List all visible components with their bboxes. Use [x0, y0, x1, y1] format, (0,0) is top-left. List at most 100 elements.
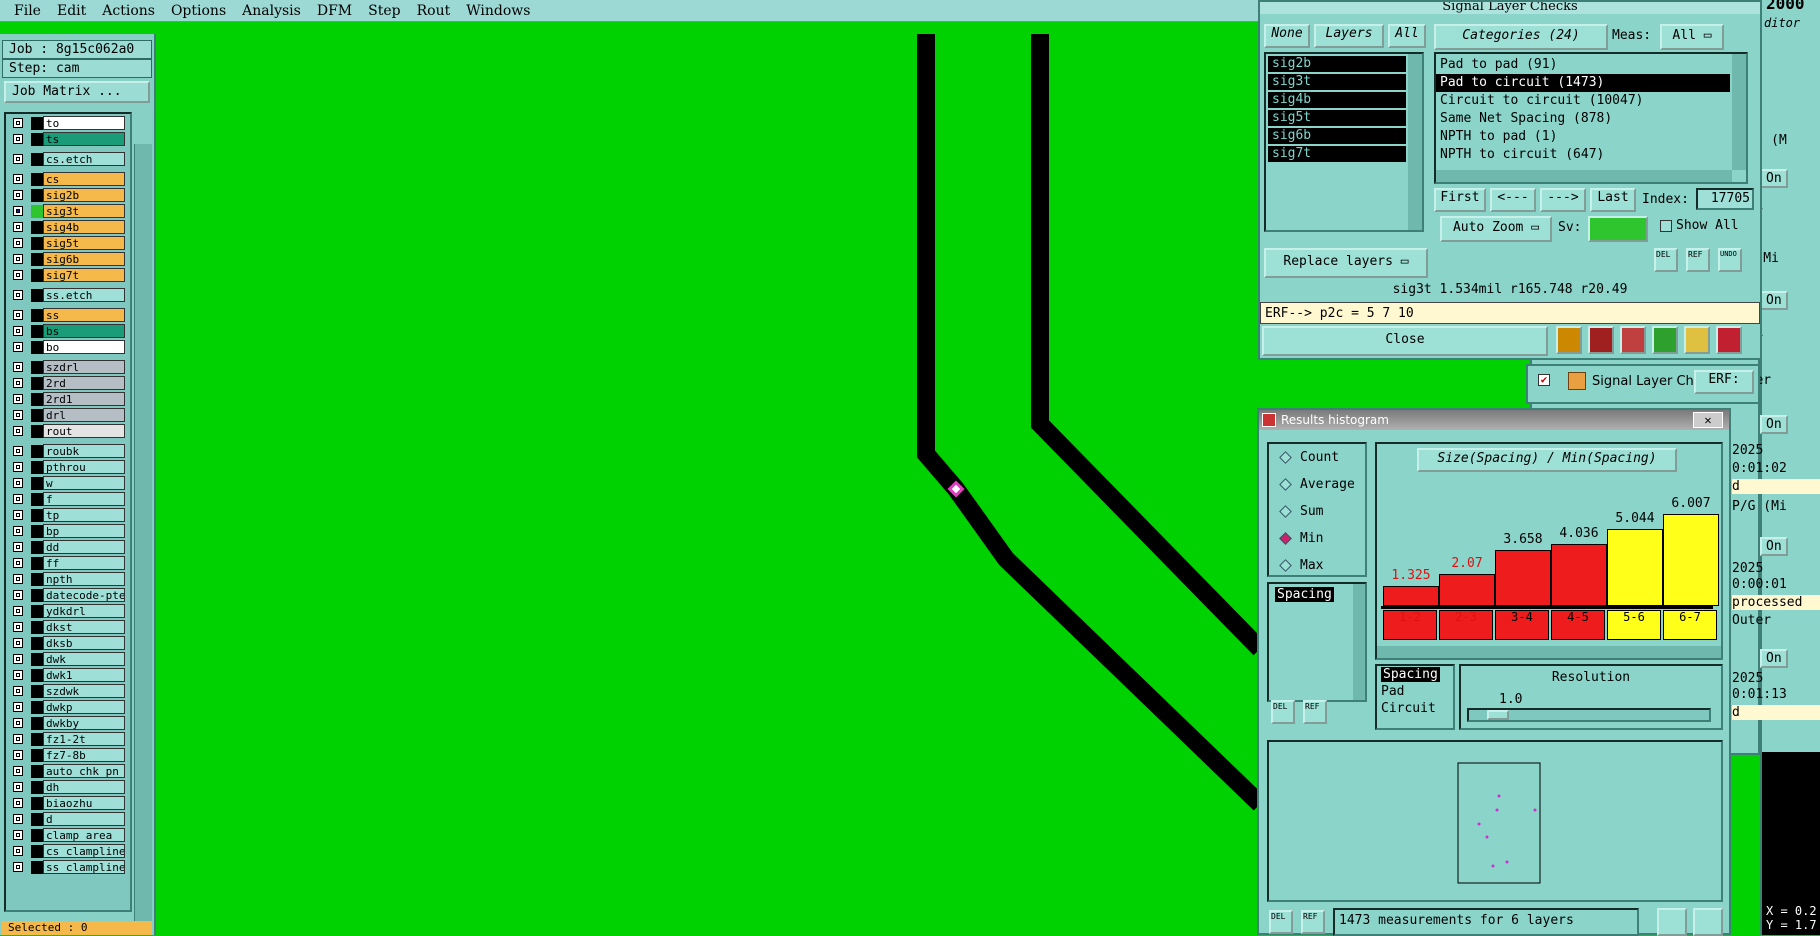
- layer-row[interactable]: sig7t: [8, 268, 132, 282]
- layer-checkbox[interactable]: [13, 238, 23, 248]
- slc-layer-item[interactable]: sig4b: [1268, 92, 1406, 108]
- layer-checkbox[interactable]: [13, 270, 23, 280]
- layer-checkbox[interactable]: [13, 342, 23, 352]
- category-item[interactable]: Pad to circuit (1473): [1436, 74, 1730, 92]
- tool-icon-5[interactable]: [1684, 326, 1710, 354]
- close-icon[interactable]: ✕: [1693, 412, 1723, 428]
- layer-checkbox[interactable]: [13, 542, 23, 552]
- menu-actions[interactable]: Actions: [102, 3, 155, 19]
- overview-ref-icon[interactable]: REF: [1301, 910, 1325, 934]
- slider-handle[interactable]: [1487, 710, 1509, 720]
- radio-diamond-icon[interactable]: [1279, 505, 1292, 518]
- layer-color-swatch[interactable]: [31, 796, 43, 810]
- layer-list-scrollbar[interactable]: [134, 144, 152, 934]
- layer-checkbox[interactable]: [13, 526, 23, 536]
- layer-color-swatch[interactable]: [31, 476, 43, 490]
- undo-icon[interactable]: UNDO: [1718, 248, 1742, 272]
- category-item[interactable]: NPTH to circuit (647): [1436, 146, 1746, 164]
- layer-color-swatch[interactable]: [31, 152, 43, 166]
- tool-icon-3[interactable]: [1620, 326, 1646, 354]
- checkmark-icon[interactable]: ✔: [1538, 374, 1550, 386]
- layer-color-swatch[interactable]: [31, 288, 43, 302]
- sv-color-dropdown[interactable]: [1588, 216, 1648, 242]
- mode-radio-min[interactable]: Min: [1269, 525, 1365, 552]
- layer-row[interactable]: dksb: [8, 636, 132, 650]
- menu-edit[interactable]: Edit: [57, 3, 86, 19]
- layer-color-swatch[interactable]: [31, 716, 43, 730]
- layer-checkbox[interactable]: [13, 606, 23, 616]
- layer-checkbox[interactable]: [13, 670, 23, 680]
- layer-color-swatch[interactable]: [31, 204, 43, 218]
- histogram-bar[interactable]: [1439, 574, 1495, 606]
- layer-row[interactable]: cs_clampline: [8, 844, 132, 858]
- layer-color-swatch[interactable]: [31, 844, 43, 858]
- histogram-bar[interactable]: [1551, 544, 1607, 606]
- layer-checkbox[interactable]: [13, 446, 23, 456]
- layer-checkbox[interactable]: [13, 654, 23, 664]
- layer-color-swatch[interactable]: [31, 444, 43, 458]
- zoom-out-icon[interactable]: [1693, 908, 1723, 936]
- none-button[interactable]: None: [1264, 24, 1310, 48]
- layer-row[interactable]: drl: [8, 408, 132, 422]
- layer-color-swatch[interactable]: [31, 828, 43, 842]
- slc-layer-item[interactable]: sig7t: [1268, 146, 1406, 162]
- layer-color-swatch[interactable]: [31, 780, 43, 794]
- layer-row[interactable]: cs: [8, 172, 132, 186]
- radio-diamond-icon[interactable]: [1279, 478, 1292, 491]
- layer-color-swatch[interactable]: [31, 188, 43, 202]
- category-list-scrollbar[interactable]: [1732, 54, 1746, 170]
- bg-on-button[interactable]: On: [1760, 169, 1788, 188]
- radio-diamond-icon[interactable]: [1279, 532, 1292, 545]
- layer-checkbox[interactable]: [13, 814, 23, 824]
- layer-checkbox[interactable]: [13, 718, 23, 728]
- slc-layer-item[interactable]: sig2b: [1268, 56, 1406, 72]
- index-field[interactable]: 17705: [1696, 188, 1754, 210]
- layer-color-swatch[interactable]: [31, 492, 43, 506]
- layer-row[interactable]: 2rd1: [8, 392, 132, 406]
- layer-row[interactable]: to: [8, 116, 132, 130]
- category-item[interactable]: NPTH to pad (1): [1436, 128, 1746, 146]
- menu-dfm[interactable]: DFM: [317, 3, 352, 19]
- layer-row[interactable]: szdwk: [8, 684, 132, 698]
- all-button[interactable]: All: [1388, 24, 1426, 48]
- category-item[interactable]: Pad to pad (91): [1436, 56, 1746, 74]
- layer-checkbox[interactable]: [13, 394, 23, 404]
- layer-checkbox[interactable]: [13, 254, 23, 264]
- layer-color-swatch[interactable]: [31, 340, 43, 354]
- layer-checkbox[interactable]: [13, 426, 23, 436]
- layer-color-swatch[interactable]: [31, 636, 43, 650]
- layer-checkbox[interactable]: [13, 478, 23, 488]
- menu-windows[interactable]: Windows: [466, 3, 530, 19]
- hist-ref-icon[interactable]: REF: [1303, 700, 1327, 724]
- layer-checkbox[interactable]: [13, 686, 23, 696]
- layer-row[interactable]: clamp_area: [8, 828, 132, 842]
- layer-color-swatch[interactable]: [31, 116, 43, 130]
- layer-color-swatch[interactable]: [31, 812, 43, 826]
- layer-checkbox[interactable]: [13, 206, 23, 216]
- layer-checkbox[interactable]: [13, 190, 23, 200]
- layer-checkbox[interactable]: [13, 734, 23, 744]
- tool-icon-4[interactable]: [1652, 326, 1678, 354]
- layer-color-swatch[interactable]: [31, 604, 43, 618]
- last-button[interactable]: Last: [1590, 188, 1636, 212]
- auto-zoom-dropdown[interactable]: Auto Zoom ▭: [1440, 216, 1552, 242]
- layer-row[interactable]: cs.etch: [8, 152, 132, 166]
- layer-row[interactable]: biaozhu: [8, 796, 132, 810]
- layer-color-swatch[interactable]: [31, 236, 43, 250]
- layer-checkbox[interactable]: [13, 638, 23, 648]
- layer-checkbox[interactable]: [13, 622, 23, 632]
- layer-row[interactable]: ss: [8, 308, 132, 322]
- layer-checkbox[interactable]: [13, 702, 23, 712]
- layer-checkbox[interactable]: [13, 134, 23, 144]
- histogram-hscrollbar[interactable]: [1377, 646, 1721, 658]
- layer-checkbox[interactable]: [13, 410, 23, 420]
- menu-analysis[interactable]: Analysis: [242, 3, 301, 19]
- layer-checkbox[interactable]: [13, 118, 23, 128]
- layer-row[interactable]: dwk1: [8, 668, 132, 682]
- layer-checkbox[interactable]: [13, 222, 23, 232]
- layer-checkbox[interactable]: [13, 494, 23, 504]
- layer-checkbox[interactable]: [13, 750, 23, 760]
- layer-color-swatch[interactable]: [31, 540, 43, 554]
- layer-color-swatch[interactable]: [31, 132, 43, 146]
- layer-row[interactable]: dkst: [8, 620, 132, 634]
